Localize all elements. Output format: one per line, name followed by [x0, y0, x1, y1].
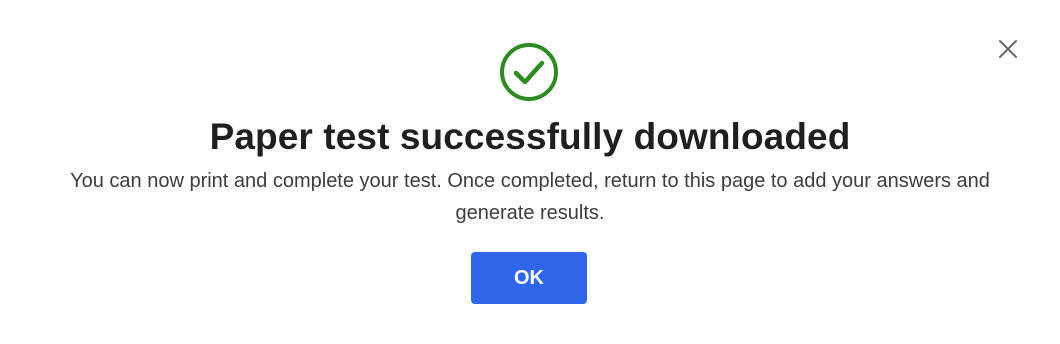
ok-button[interactable]: OK	[471, 252, 587, 304]
dialog-message: You can now print and complete your test…	[70, 170, 990, 224]
close-icon[interactable]	[998, 39, 1018, 59]
dialog-title: Paper test successfully downloaded	[209, 116, 851, 157]
close-button[interactable]	[996, 37, 1020, 61]
download-success-dialog: Paper test successfully downloaded You c…	[0, 0, 1060, 344]
check-circle-icon	[500, 43, 558, 101]
